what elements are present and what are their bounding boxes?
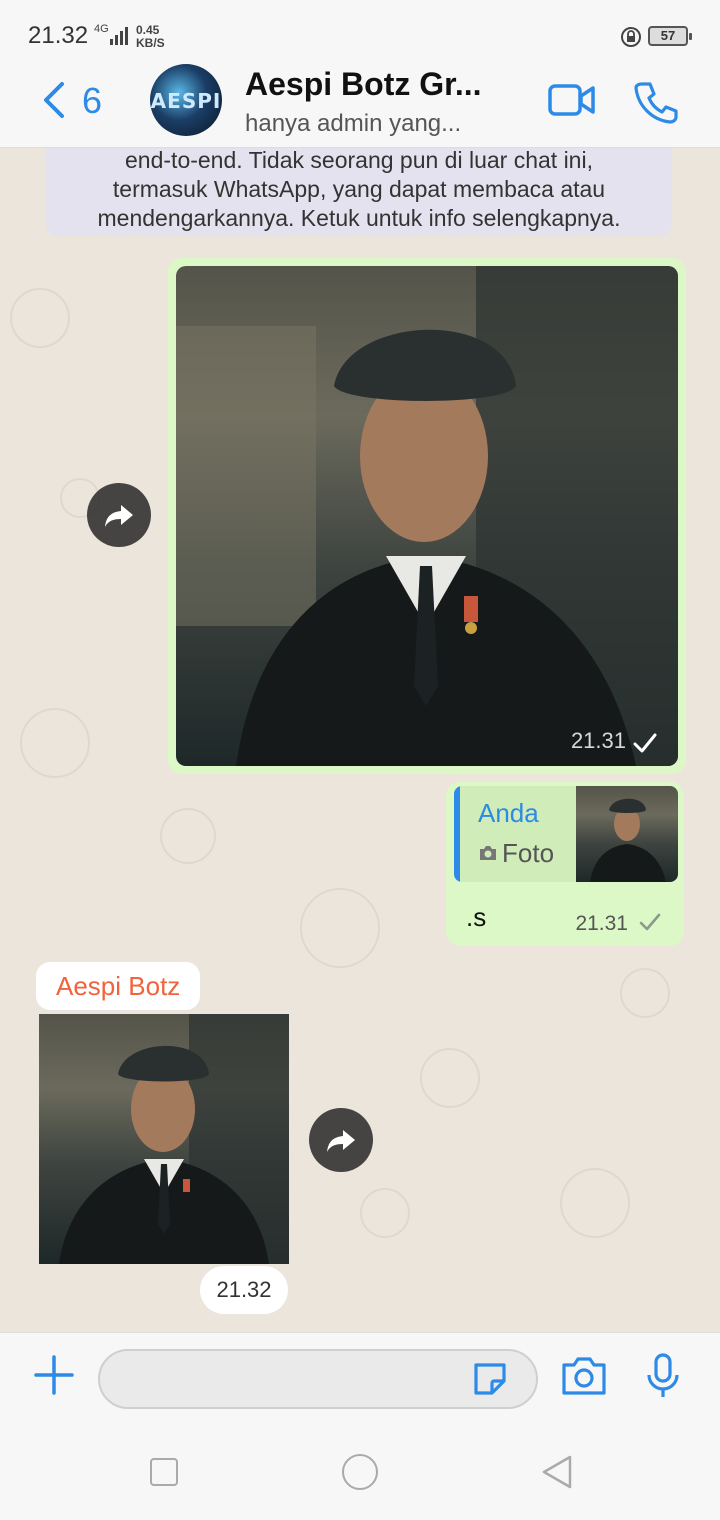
chat-area[interactable]: end-to-end. Tidak seorang pun di luar ch… bbox=[0, 148, 720, 1332]
forward-button[interactable] bbox=[87, 483, 151, 547]
check-icon bbox=[633, 733, 657, 753]
quote-media-type: Foto bbox=[502, 838, 555, 868]
message-time: 21.31 bbox=[575, 912, 628, 935]
chat-header: 6 AESPI Aespi Botz Gr... hanya admin yan… bbox=[0, 64, 720, 148]
rotation-lock-icon bbox=[621, 27, 641, 47]
status-bar: 21.32 4G 0.45 KB/S 57 bbox=[0, 0, 720, 64]
chat-subtitle[interactable]: hanya admin yang... bbox=[245, 110, 461, 138]
speed-value: 0.45 bbox=[136, 23, 160, 37]
battery-indicator: 57 bbox=[648, 26, 692, 46]
chat-title[interactable]: Aespi Botz Gr... bbox=[245, 66, 481, 103]
wallpaper-doodle bbox=[300, 888, 380, 968]
outgoing-reply-message[interactable]: Anda Foto .s 21.31 bbox=[446, 782, 684, 946]
incoming-image-message[interactable] bbox=[39, 1014, 289, 1264]
sender-name[interactable]: Aespi Botz bbox=[36, 962, 201, 1010]
wallpaper-doodle bbox=[160, 808, 216, 864]
sticker-icon[interactable] bbox=[470, 1359, 510, 1399]
status-time: 21.32 bbox=[28, 22, 89, 49]
check-icon bbox=[639, 913, 661, 931]
quote-author: Anda bbox=[478, 798, 539, 828]
nav-back-icon[interactable] bbox=[540, 1454, 574, 1490]
photo-portrait-illustration bbox=[59, 1014, 289, 1264]
wallpaper-doodle bbox=[620, 968, 670, 1018]
voice-call-icon[interactable] bbox=[634, 80, 678, 124]
message-photo[interactable]: 21.31 bbox=[176, 266, 678, 766]
message-input-bar bbox=[0, 1332, 720, 1420]
camera-icon[interactable] bbox=[560, 1355, 608, 1397]
recents-button[interactable] bbox=[150, 1458, 178, 1486]
forward-icon bbox=[327, 1130, 355, 1152]
encryption-notice-line: termasuk WhatsApp, yang dapat membaca at… bbox=[112, 176, 606, 202]
forward-icon bbox=[105, 505, 133, 527]
photo-portrait-illustration bbox=[176, 266, 678, 766]
network-speed: 0.45 KB/S bbox=[136, 24, 165, 50]
message-text: .s bbox=[466, 902, 487, 932]
speed-unit: KB/S bbox=[136, 36, 165, 50]
group-avatar[interactable]: AESPI bbox=[150, 64, 222, 136]
unread-count[interactable]: 6 bbox=[82, 80, 102, 122]
wallpaper-doodle bbox=[20, 708, 90, 778]
wallpaper-doodle bbox=[10, 288, 70, 348]
system-navigation-bar bbox=[0, 1420, 720, 1520]
quote-accent-bar bbox=[454, 786, 460, 882]
forward-button[interactable] bbox=[309, 1108, 373, 1172]
camera-icon bbox=[480, 846, 496, 860]
signal-icon bbox=[110, 27, 128, 45]
wallpaper-doodle bbox=[360, 1188, 410, 1238]
quote-thumbnail bbox=[576, 786, 678, 882]
mic-icon[interactable] bbox=[646, 1353, 680, 1399]
encryption-notice[interactable]: end-to-end. Tidak seorang pun di luar ch… bbox=[46, 148, 672, 236]
avatar-logo-text: AESPI bbox=[150, 89, 222, 113]
outgoing-image-message[interactable]: 21.31 bbox=[168, 258, 686, 774]
plus-icon[interactable] bbox=[34, 1355, 74, 1395]
network-type: 4G bbox=[94, 23, 109, 35]
message-time: 21.32 bbox=[200, 1266, 288, 1314]
back-icon[interactable] bbox=[40, 80, 70, 120]
wallpaper-doodle bbox=[560, 1168, 630, 1238]
encryption-notice-line: end-to-end. Tidak seorang pun di luar ch… bbox=[125, 148, 593, 173]
home-button[interactable] bbox=[342, 1454, 378, 1490]
video-call-icon[interactable] bbox=[547, 82, 597, 118]
wallpaper-doodle bbox=[420, 1048, 480, 1108]
message-time: 21.31 bbox=[570, 728, 626, 753]
quoted-message[interactable]: Anda Foto bbox=[454, 786, 678, 882]
encryption-notice-line: mendengarkannya. Ketuk untuk info seleng… bbox=[97, 205, 621, 231]
